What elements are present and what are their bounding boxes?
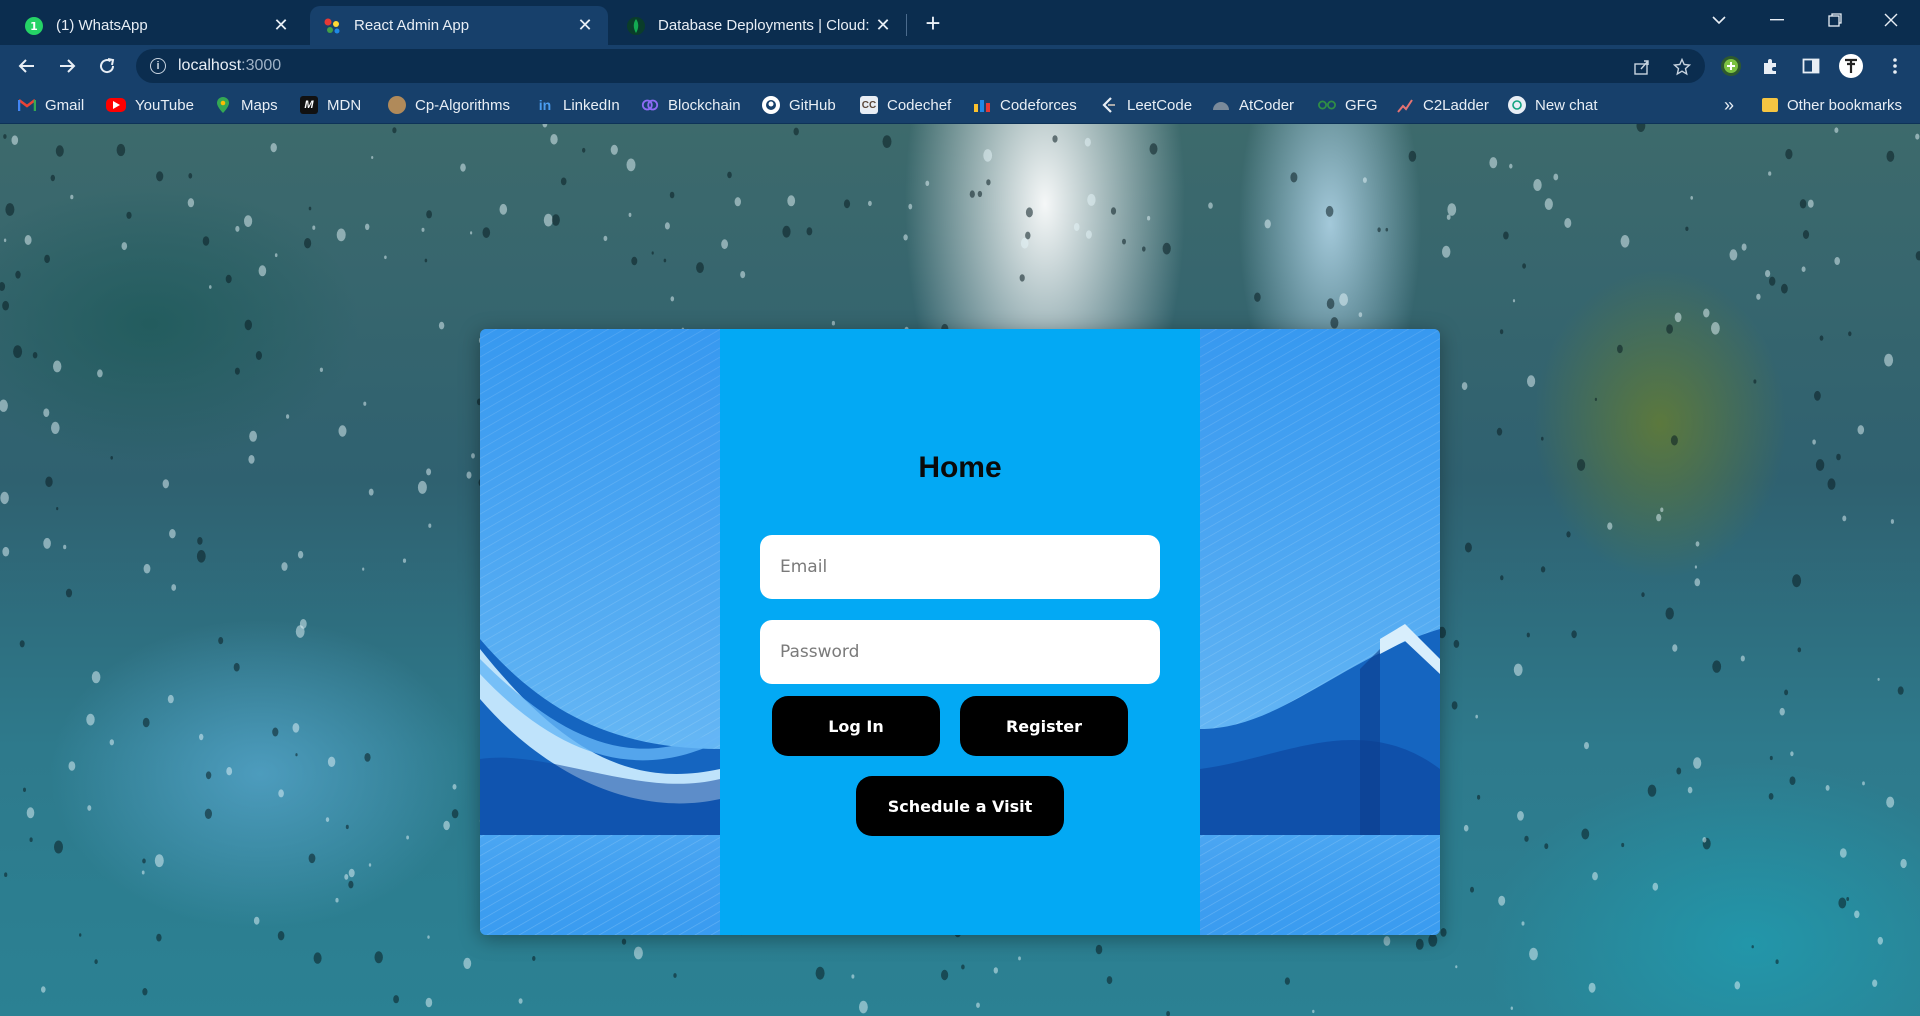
svg-text:1: 1 [30, 20, 38, 33]
blockchain-icon [641, 96, 659, 114]
restore-button[interactable] [1806, 0, 1864, 40]
bookmarks-bar: Gmail YouTube Maps M MDN Cp-Algorithms i… [0, 86, 1920, 124]
react-admin-icon [322, 16, 342, 36]
tab-database-deployments[interactable]: Database Deployments | Cloud: M ✕ [614, 6, 906, 45]
bookmark-codechef[interactable]: CC Codechef [860, 94, 951, 116]
schedule-visit-button[interactable]: Schedule a Visit [856, 776, 1064, 836]
bookmark-leetcode[interactable]: LeetCode [1100, 94, 1192, 116]
close-tab-icon[interactable]: ✕ [574, 15, 596, 37]
bookmark-cp-algorithms[interactable]: Cp-Algorithms [388, 94, 510, 116]
back-button[interactable] [12, 51, 42, 81]
codechef-icon: CC [860, 96, 878, 114]
login-button[interactable]: Log In [772, 696, 940, 756]
new-tab-button[interactable]: + [918, 8, 948, 38]
bookmark-new-chat[interactable]: New chat [1508, 94, 1598, 116]
extension-green-icon[interactable] [1716, 51, 1746, 81]
maps-icon [214, 96, 232, 114]
extensions-puzzle-icon[interactable] [1756, 51, 1786, 81]
bookmark-blockchain[interactable]: Blockchain [641, 94, 741, 116]
bookmark-mdn[interactable]: M MDN [300, 94, 361, 116]
mongodb-leaf-icon [626, 16, 646, 36]
bookmark-youtube[interactable]: YouTube [106, 94, 194, 116]
email-input[interactable] [760, 535, 1160, 599]
github-icon [762, 96, 780, 114]
gmail-icon [18, 96, 36, 114]
bookmark-other-bookmarks[interactable]: Other bookmarks [1762, 94, 1902, 116]
register-button[interactable]: Register [960, 696, 1128, 756]
atcoder-icon [1212, 96, 1230, 114]
close-tab-icon[interactable]: ✕ [270, 15, 292, 37]
address-bar[interactable]: i localhost:3000 [136, 49, 1705, 83]
c2ladder-icon [1396, 96, 1414, 114]
bookmarks-overflow-chevron-icon[interactable]: » [1724, 94, 1734, 116]
leetcode-icon [1100, 96, 1118, 114]
whatsapp-icon: 1 [24, 16, 44, 36]
tab-title: Database Deployments | Cloud: M [658, 17, 872, 34]
side-panel-icon[interactable] [1796, 51, 1826, 81]
bookmark-codeforces[interactable]: Codeforces [973, 94, 1077, 116]
bookmark-c2ladder[interactable]: C2Ladder [1396, 94, 1489, 116]
folder-icon [1762, 98, 1778, 112]
bookmark-atcoder[interactable]: AtCoder [1212, 94, 1294, 116]
reload-button[interactable] [92, 51, 122, 81]
forward-button[interactable] [52, 51, 82, 81]
minimize-button[interactable] [1748, 0, 1806, 40]
browser-toolbar: i localhost:3000 [0, 45, 1920, 86]
linkedin-icon: in [538, 97, 552, 113]
close-tab-icon[interactable]: ✕ [872, 15, 894, 37]
tab-search-chevron-icon[interactable] [1690, 0, 1748, 40]
bookmark-star-icon[interactable] [1672, 57, 1692, 77]
bookmark-github[interactable]: GitHub [762, 94, 836, 116]
tab-whatsapp[interactable]: 1 (1) WhatsApp ✕ [12, 6, 304, 45]
page-background: Home Log In Register Schedule a Visit [0, 124, 1920, 1016]
password-input[interactable] [760, 620, 1160, 684]
browser-menu-icon[interactable] [1880, 51, 1910, 81]
mdn-icon: M [300, 96, 318, 114]
bookmark-gfg[interactable]: GFG [1318, 94, 1378, 116]
url-text[interactable]: localhost:3000 [178, 57, 281, 75]
login-card: Home Log In Register Schedule a Visit [480, 329, 1440, 935]
tab-react-admin[interactable]: React Admin App ✕ [310, 6, 608, 45]
tab-title: React Admin App [354, 17, 470, 34]
codeforces-icon [973, 96, 991, 114]
close-window-button[interactable] [1862, 0, 1920, 40]
tab-title: (1) WhatsApp [56, 17, 148, 34]
openai-icon [1508, 96, 1526, 114]
bookmark-linkedin[interactable]: in LinkedIn [536, 94, 620, 116]
tab-strip: 1 (1) WhatsApp ✕ React Admin App ✕ Datab… [0, 0, 1920, 45]
gfg-icon [1318, 96, 1336, 114]
site-info-icon[interactable]: i [150, 58, 166, 74]
share-icon[interactable] [1632, 57, 1652, 77]
login-form-panel: Home Log In Register Schedule a Visit [720, 329, 1200, 935]
youtube-icon [106, 98, 126, 112]
profile-avatar[interactable] [1836, 51, 1866, 81]
bookmark-maps[interactable]: Maps [214, 94, 278, 116]
tab-separator [906, 14, 907, 36]
bookmark-gmail[interactable]: Gmail [18, 94, 84, 116]
cp-algorithms-icon [388, 96, 406, 114]
page-title: Home [918, 451, 1002, 484]
